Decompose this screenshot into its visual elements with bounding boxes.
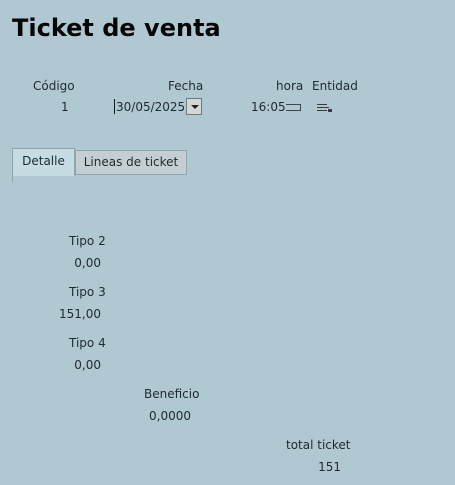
tipo2-value[interactable]: 0,00	[50, 256, 101, 270]
lookup-icon[interactable]	[317, 103, 333, 113]
fecha-field[interactable]: 30/05/2025	[114, 96, 204, 118]
tipo3-label: Tipo 3	[69, 285, 106, 299]
chevron-down-icon[interactable]	[186, 98, 202, 115]
tipo4-label: Tipo 4	[69, 336, 106, 350]
beneficio-value[interactable]: 0,0000	[130, 409, 191, 423]
tab-detalle[interactable]: Detalle	[12, 148, 75, 176]
fecha-label: Fecha	[168, 79, 204, 93]
codigo-label: Código	[33, 79, 75, 93]
time-picker-icon[interactable]	[286, 102, 301, 113]
codigo-value[interactable]: 1	[61, 100, 69, 114]
page-title: Ticket de venta	[12, 14, 221, 42]
tipo3-value[interactable]: 151,00	[50, 307, 101, 321]
tipo4-value[interactable]: 0,00	[50, 358, 101, 372]
fecha-value[interactable]: 30/05/2025	[116, 100, 185, 114]
entidad-label: Entidad	[312, 79, 358, 93]
beneficio-label: Beneficio	[144, 387, 200, 401]
total-ticket-value[interactable]: 151	[300, 460, 341, 474]
tab-lineas-de-ticket[interactable]: Lineas de ticket	[75, 150, 187, 174]
total-ticket-label: total ticket	[286, 438, 351, 452]
text-caret	[114, 99, 115, 114]
hora-label: hora	[276, 79, 304, 93]
tipo2-label: Tipo 2	[69, 234, 106, 248]
hora-value[interactable]: 16:05	[251, 100, 286, 114]
